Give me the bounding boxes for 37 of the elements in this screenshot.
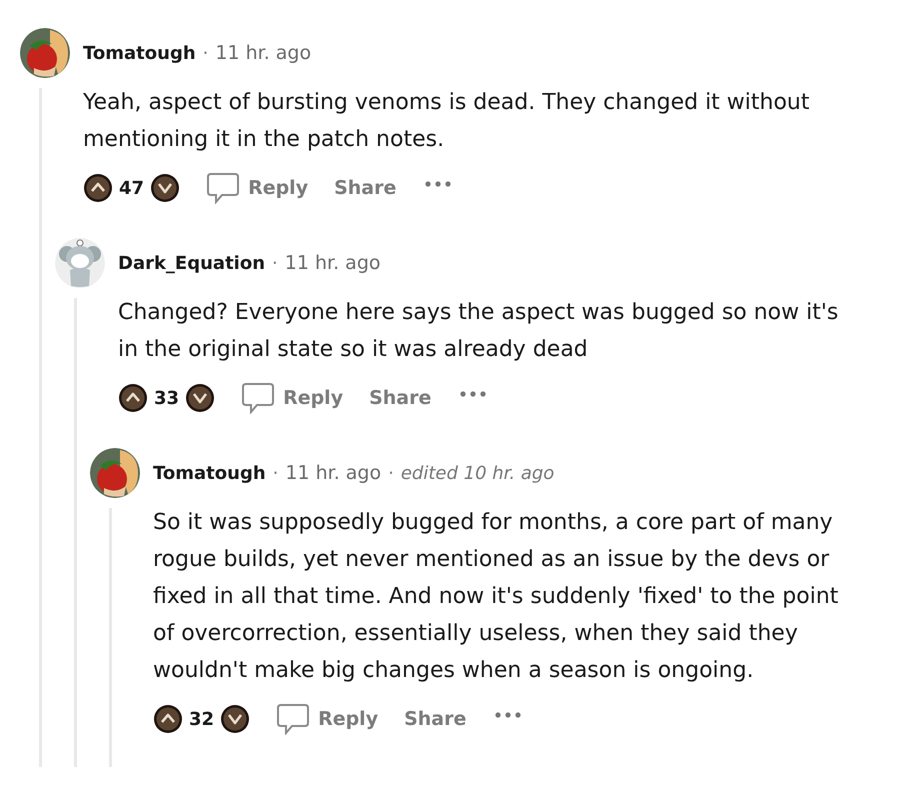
upvote-icon[interactable] — [153, 704, 183, 734]
vote-count: 32 — [189, 708, 214, 730]
upvote-icon[interactable] — [118, 383, 148, 413]
separator-dot: · — [202, 42, 208, 64]
reply-button[interactable]: Reply — [241, 382, 344, 414]
downvote-icon[interactable] — [220, 704, 250, 734]
more-options-icon[interactable] — [494, 711, 522, 719]
separator-dot: · — [388, 462, 394, 484]
avatar[interactable] — [20, 28, 70, 78]
share-button[interactable]: Share — [334, 177, 396, 199]
edited-label: edited 10 hr. ago — [400, 462, 554, 484]
timestamp: 11 hr. ago — [284, 252, 381, 274]
comment-icon — [206, 172, 240, 204]
separator-dot: · — [272, 252, 278, 274]
more-options-icon[interactable] — [424, 180, 452, 188]
vote-count: 33 — [154, 388, 180, 408]
reply-button[interactable]: Reply — [206, 172, 308, 204]
vote-count: 47 — [119, 178, 144, 198]
timestamp: 11 hr. ago — [215, 42, 312, 64]
comment-text: Yeah, aspect of bursting venoms is dead. They changed it without mentioning it in the patch notes. — [83, 89, 811, 154]
timestamp: 11 hr. ago — [285, 462, 382, 484]
more-options-icon[interactable] — [459, 390, 488, 398]
upvote-icon[interactable] — [83, 173, 113, 203]
username[interactable]: Tomatough — [153, 462, 266, 484]
share-button[interactable]: Share — [404, 708, 466, 730]
downvote-icon[interactable] — [150, 173, 180, 203]
comment-icon — [276, 703, 310, 735]
username[interactable]: Dark_Equation — [118, 252, 266, 274]
share-button[interactable]: Share — [369, 387, 432, 409]
downvote-icon[interactable] — [185, 383, 216, 413]
comment-icon — [241, 382, 276, 414]
avatar[interactable] — [90, 448, 140, 498]
comment-text: Changed? Everyone here says the aspect was bugged so now it's in the original state so it was already dead — [118, 299, 840, 364]
comment-text: So it was supposedly bugged for months, a core part of many rogue builds, yet never mentioned as an issue by the devs or fixed in all that time. And now it's suddenly 'fixed' to the point of overcorrection, essentially useless, when they said they wouldn't make big changes when a season is ongoing. — [153, 509, 840, 685]
separator-dot: · — [272, 462, 278, 484]
reply-button[interactable]: Reply — [276, 703, 378, 735]
username[interactable]: Tomatough — [83, 42, 196, 64]
